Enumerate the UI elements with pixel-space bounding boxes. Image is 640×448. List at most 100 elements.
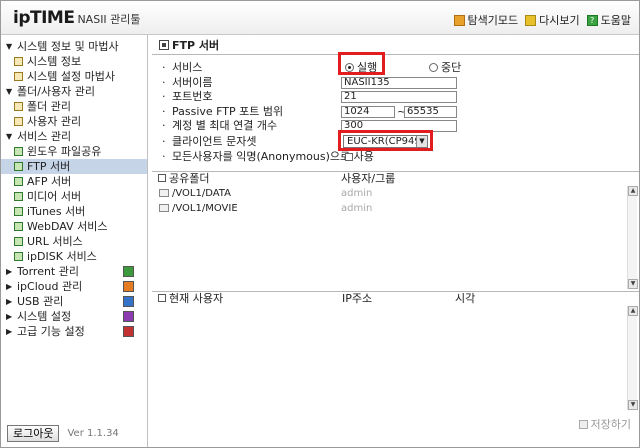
sidebar-item-itunes-server[interactable]: iTunes 서버 bbox=[1, 204, 147, 219]
bullet: · bbox=[162, 104, 166, 118]
app-window: ipTIME NASII 관리툴 탐색기모드 다시보기 ? 도움말 ▼ 시스템 정… bbox=[0, 0, 640, 448]
collapsed-arrow-icon: ▶ bbox=[6, 267, 13, 276]
sidebar-group-label: USB 관리 bbox=[17, 295, 64, 308]
page-icon bbox=[14, 237, 23, 246]
sidebar-item-label: URL 서비스 bbox=[27, 235, 83, 248]
scroll-down-icon[interactable]: ▼ bbox=[628, 400, 638, 410]
sidebar-item-system-info[interactable]: 시스템 정보 bbox=[1, 54, 147, 69]
sidebar-item-folder-manage[interactable]: 폴더 관리 bbox=[1, 99, 147, 114]
sidebar-group-system-info[interactable]: ▼ 시스템 정보 및 마법사 bbox=[1, 39, 147, 54]
table-row[interactable]: /VOL1/MOVIE admin bbox=[152, 201, 639, 216]
sidebar-item-label: 시스템 정보 bbox=[27, 55, 82, 68]
page-icon bbox=[14, 207, 23, 216]
sidebar-group-label: 고급 기능 설정 bbox=[17, 325, 85, 338]
page-icon bbox=[14, 57, 23, 66]
sidebar-item-windows-share[interactable]: 윈도우 파일공유 bbox=[1, 144, 147, 159]
nav-tree: ▼ 시스템 정보 및 마법사 시스템 정보 시스템 설정 마법사 ▼ 폴더/사용자 … bbox=[1, 35, 147, 339]
logo-model: NASII 관리툴 bbox=[77, 13, 141, 26]
passive-to-input[interactable]: 65535 bbox=[404, 105, 457, 118]
ip-column-header: IP주소 bbox=[342, 292, 373, 305]
scroll-up-icon[interactable]: ▲ bbox=[628, 186, 638, 196]
sidebar-item-label: AFP 서버 bbox=[27, 175, 72, 188]
shares-scrollbar[interactable]: ▲ ▼ bbox=[627, 186, 638, 289]
version-label: Ver 1.1.34 bbox=[67, 428, 119, 439]
sidebar-group-service[interactable]: ▼ 서비스 관리 bbox=[1, 129, 147, 144]
anonymous-label: 모든사용자를 익명(Anonymous)으로 사용 bbox=[172, 149, 374, 163]
page-icon bbox=[14, 252, 23, 261]
header-links: 탐색기모드 다시보기 ? 도움말 bbox=[453, 12, 631, 28]
highlight-box-service bbox=[338, 52, 385, 75]
scroll-down-icon[interactable]: ▼ bbox=[628, 279, 638, 289]
sidebar-item-setup-wizard[interactable]: 시스템 설정 마법사 bbox=[1, 69, 147, 84]
sidebar-item-media-server[interactable]: 미디어 서버 bbox=[1, 189, 147, 204]
folder-path: /VOL1/DATA bbox=[172, 188, 231, 199]
sidebar-group-system-settings[interactable]: ▶ 시스템 설정 bbox=[1, 309, 147, 324]
time-column-header: 시각 bbox=[455, 292, 476, 305]
collapsed-arrow-icon: ▶ bbox=[6, 312, 13, 321]
save-icon bbox=[578, 419, 588, 429]
cloud-icon bbox=[123, 281, 134, 292]
help-label: 도움말 bbox=[600, 14, 631, 27]
table-header: 현재 사용자 IP주소 시각 bbox=[152, 292, 639, 306]
page-icon bbox=[14, 192, 23, 201]
folder-cell: /VOL1/MOVIE bbox=[159, 201, 238, 216]
sidebar-group-advanced[interactable]: ▶ 고급 기능 설정 bbox=[1, 324, 147, 339]
header-bar: ipTIME NASII 관리툴 탐색기모드 다시보기 ? 도움말 bbox=[1, 1, 639, 35]
server-name-label: 서버이름 bbox=[172, 75, 213, 89]
settings-icon bbox=[123, 311, 134, 322]
table-row[interactable]: /VOL1/DATA admin bbox=[152, 186, 639, 201]
current-user-header-label: 현재 사용자 bbox=[169, 292, 224, 305]
bullet: · bbox=[162, 119, 166, 132]
explorer-mode-link[interactable]: 탐색기모드 bbox=[453, 12, 518, 28]
passive-label: Passive FTP 포트 범위 bbox=[172, 104, 284, 118]
anonymous-checkbox[interactable] bbox=[345, 152, 353, 161]
collapsed-arrow-icon: ▶ bbox=[6, 327, 13, 336]
shared-folders-table: 공유폴더 사용자/그룹 /VOL1/DATA admin /VOL1/MOVIE… bbox=[152, 171, 639, 290]
folder-icon bbox=[159, 204, 169, 212]
server-name-row: · 서버이름 NASII135 bbox=[152, 76, 639, 91]
server-name-input[interactable]: NASII135 bbox=[341, 76, 457, 89]
page-title-text: FTP 서버 bbox=[172, 38, 220, 52]
sidebar-item-label: iTunes 서버 bbox=[27, 205, 86, 218]
sidebar-group-usb[interactable]: ▶ USB 관리 bbox=[1, 294, 147, 309]
sidebar-item-afp-server[interactable]: AFP 서버 bbox=[1, 174, 147, 189]
sidebar-item-ipdisk[interactable]: ipDISK 서비스 bbox=[1, 249, 147, 264]
sidebar-item-user-manage[interactable]: 사용자 관리 bbox=[1, 114, 147, 129]
sidebar-group-ipcloud[interactable]: ▶ ipCloud 관리 bbox=[1, 279, 147, 294]
sidebar-item-ftp-server[interactable]: FTP 서버 bbox=[1, 159, 147, 174]
sidebar-group-folder-user[interactable]: ▼ 폴더/사용자 관리 bbox=[1, 84, 147, 99]
save-button[interactable]: 저장하기 bbox=[578, 416, 631, 432]
sidebar-item-label: ipDISK 서비스 bbox=[27, 250, 97, 263]
page-title: FTP 서버 bbox=[152, 35, 639, 55]
users-scrollbar[interactable]: ▲ ▼ bbox=[627, 306, 638, 410]
passive-from-input[interactable]: 1024 bbox=[341, 105, 395, 118]
user-cell: admin bbox=[341, 203, 373, 214]
sidebar-item-url-service[interactable]: URL 서비스 bbox=[1, 234, 147, 249]
save-label: 저장하기 bbox=[590, 418, 631, 431]
scroll-up-icon[interactable]: ▲ bbox=[628, 306, 638, 316]
port-input[interactable]: 21 bbox=[341, 91, 457, 103]
bullet: · bbox=[162, 134, 166, 148]
user-cell: admin bbox=[341, 188, 373, 199]
port-label: 포트번호 bbox=[172, 90, 213, 103]
help-icon: ? bbox=[586, 14, 598, 26]
sidebar-group-label: 시스템 정보 및 마법사 bbox=[17, 40, 119, 53]
sidebar-group-label: ipCloud 관리 bbox=[17, 280, 83, 293]
max-conn-label: 계정 별 최대 연결 개수 bbox=[172, 119, 278, 132]
service-off-radio[interactable]: 중단 bbox=[429, 61, 461, 76]
sidebar-item-label: 윈도우 파일공유 bbox=[27, 145, 102, 158]
sidebar-group-torrent[interactable]: ▶ Torrent 관리 bbox=[1, 264, 147, 279]
page-icon bbox=[14, 72, 23, 81]
logout-button[interactable]: 로그아웃 bbox=[7, 425, 60, 442]
refresh-link[interactable]: 다시보기 bbox=[525, 12, 580, 28]
page-icon bbox=[14, 222, 23, 231]
radio-unchecked-icon bbox=[429, 63, 438, 72]
collapsed-arrow-icon: ▶ bbox=[6, 282, 13, 291]
sidebar-item-label: 폴더 관리 bbox=[27, 100, 71, 113]
explorer-icon bbox=[453, 14, 465, 26]
bullet: · bbox=[162, 75, 166, 89]
page-icon bbox=[14, 162, 23, 171]
logout-row: 로그아웃 Ver 1.1.34 bbox=[7, 425, 119, 442]
sidebar-item-webdav[interactable]: WebDAV 서비스 bbox=[1, 219, 147, 234]
help-link[interactable]: ? 도움말 bbox=[586, 12, 631, 28]
